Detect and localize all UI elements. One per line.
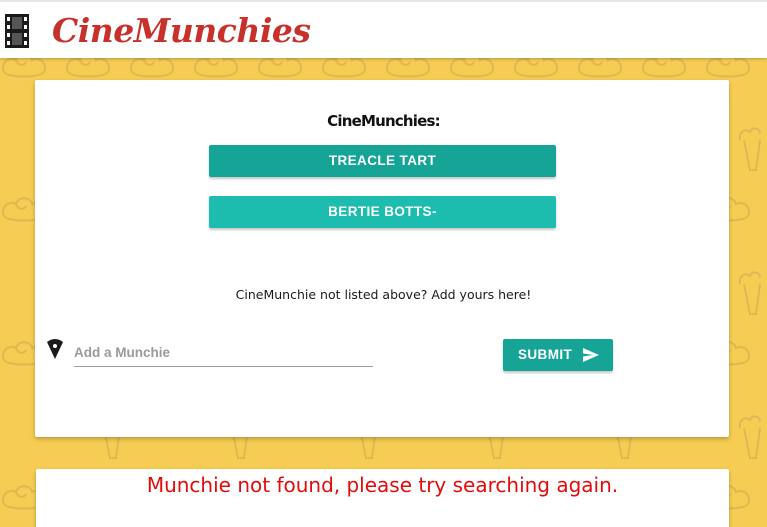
- submit-button[interactable]: SUBMIT: [503, 339, 613, 371]
- brand-logo-text[interactable]: CineMunchies: [52, 8, 311, 54]
- submit-button-label: SUBMIT: [518, 347, 573, 362]
- munchie-item-bertie-botts-button[interactable]: BERTIE BOTTS-: [209, 196, 556, 228]
- munchie-card: [35, 80, 729, 437]
- munchie-item-treacle-tart-button[interactable]: TREACLE TART: [209, 145, 556, 177]
- add-munchie-input[interactable]: [74, 338, 373, 367]
- not-found-error-message: Munchie not found, please try searching …: [146, 473, 619, 497]
- send-icon: [583, 348, 599, 362]
- munchie-list-title: CineMunchies:: [327, 112, 441, 130]
- film-strip-icon: [5, 14, 29, 48]
- top-navbar: CineMunchies: [0, 0, 767, 58]
- add-munchie-prompt: CineMunchie not listed above? Add yours …: [235, 287, 532, 302]
- pizza-slice-icon: [47, 339, 63, 359]
